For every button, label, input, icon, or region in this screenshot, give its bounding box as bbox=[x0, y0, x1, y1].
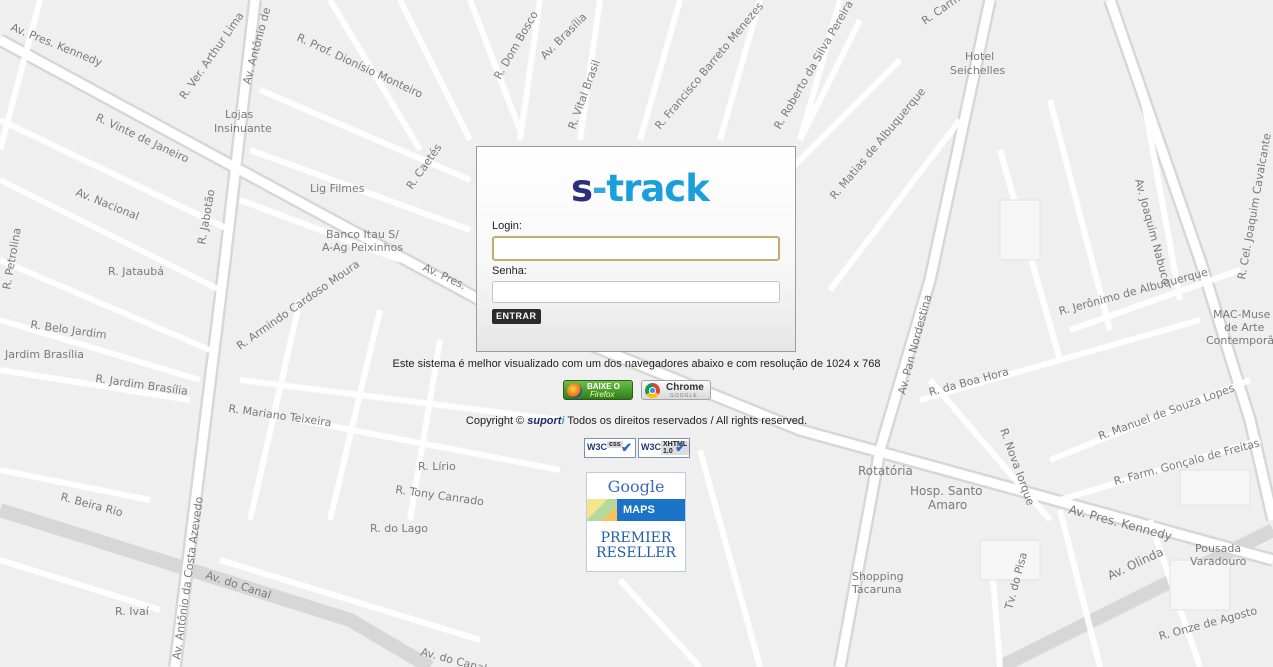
firefox-download-link[interactable]: BAIXE O Firefox bbox=[563, 380, 633, 400]
enter-button[interactable]: ENTRAR bbox=[492, 309, 541, 324]
suporti-logo[interactable]: suporti bbox=[527, 415, 564, 427]
browser-recommendation-text: Este sistema é melhor visualizado com um… bbox=[392, 358, 881, 370]
svg-text:A-Ag Peixinhos: A-Ag Peixinhos bbox=[322, 241, 403, 254]
svg-text:de Arte: de Arte bbox=[1224, 321, 1265, 334]
password-input[interactable] bbox=[492, 281, 780, 303]
logo-track: track bbox=[606, 167, 709, 210]
svg-text:Seichelles: Seichelles bbox=[950, 64, 1005, 77]
checkmark-icon: ✔ bbox=[621, 440, 632, 455]
svg-text:Rotatória: Rotatória bbox=[858, 464, 913, 478]
map-tile-icon bbox=[587, 499, 617, 521]
svg-text:Varadouro: Varadouro bbox=[1190, 555, 1247, 568]
login-panel: s-track Login: Senha: ENTRAR bbox=[476, 146, 796, 352]
premier-line: PREMIER bbox=[600, 530, 672, 546]
logo-dash: - bbox=[592, 167, 607, 210]
maps-label: MAPS bbox=[623, 504, 655, 516]
svg-text:Banco Itau S/: Banco Itau S/ bbox=[326, 228, 399, 241]
svg-text:Tacaruna: Tacaruna bbox=[851, 583, 902, 596]
checkmark-icon: ✔ bbox=[675, 440, 686, 455]
google-wordmark: Google bbox=[587, 477, 685, 496]
password-label: Senha: bbox=[492, 265, 527, 277]
login-input[interactable] bbox=[492, 236, 780, 261]
maps-bar: MAPS bbox=[587, 499, 685, 521]
google-wordmark-text: Google bbox=[607, 477, 665, 496]
svg-text:Lig Filmes: Lig Filmes bbox=[310, 182, 365, 195]
svg-text:Hosp. Santo: Hosp. Santo bbox=[910, 484, 983, 498]
svg-text:Hotel: Hotel bbox=[965, 50, 994, 63]
svg-text:Amaro: Amaro bbox=[928, 498, 967, 512]
logo-s: s bbox=[571, 167, 593, 210]
svg-text:Insinuante: Insinuante bbox=[214, 122, 272, 135]
chrome-download-link[interactable]: Chrome GOOGLE bbox=[641, 380, 711, 400]
w3c-css-badge-w3c: W3C bbox=[587, 442, 607, 452]
login-label: Login: bbox=[492, 220, 522, 232]
svg-text:Contemporâ: Contemporâ bbox=[1206, 334, 1273, 347]
firefox-badge-line2: Firefox bbox=[590, 390, 615, 399]
google-maps-premier-reseller-badge[interactable]: Google MAPS PREMIER RESELLER bbox=[586, 472, 686, 572]
chrome-icon bbox=[645, 383, 660, 398]
chrome-badge-line2: GOOGLE bbox=[670, 393, 698, 399]
w3c-xhtml-badge[interactable]: W3C XHTML 1.0 ✔ bbox=[638, 438, 690, 458]
svg-text:R. Ivaí: R. Ivaí bbox=[115, 605, 150, 618]
w3c-xhtml-badge-w3c: W3C bbox=[641, 442, 661, 452]
svg-text:R. Jataubá: R. Jataubá bbox=[108, 265, 164, 278]
svg-text:R. do Lago: R. do Lago bbox=[370, 522, 428, 535]
svg-text:Lojas: Lojas bbox=[225, 108, 253, 121]
brand-part-b: i bbox=[561, 415, 565, 427]
s-track-logo: s-track bbox=[571, 167, 710, 210]
svg-text:Pousada: Pousada bbox=[1195, 542, 1241, 555]
w3c-css-badge[interactable]: W3C css ✔ bbox=[584, 438, 636, 458]
copyright-suffix: Todos os direitos reservados / All right… bbox=[567, 415, 808, 427]
brand-part-a: suport bbox=[527, 415, 562, 427]
svg-text:Shopping: Shopping bbox=[852, 570, 904, 583]
reseller-line: RESELLER bbox=[596, 545, 676, 561]
copyright-text: Copyright © suporti Todos os direitos re… bbox=[0, 415, 1273, 427]
premier-reseller-text: PREMIER RESELLER bbox=[587, 531, 685, 561]
svg-text:R. Lírio: R. Lírio bbox=[418, 460, 456, 473]
firefox-icon bbox=[567, 383, 582, 398]
svg-text:MAC-Muse: MAC-Muse bbox=[1213, 308, 1271, 321]
chrome-badge-line1: Chrome bbox=[666, 382, 704, 393]
copyright-prefix: Copyright © bbox=[465, 415, 525, 427]
